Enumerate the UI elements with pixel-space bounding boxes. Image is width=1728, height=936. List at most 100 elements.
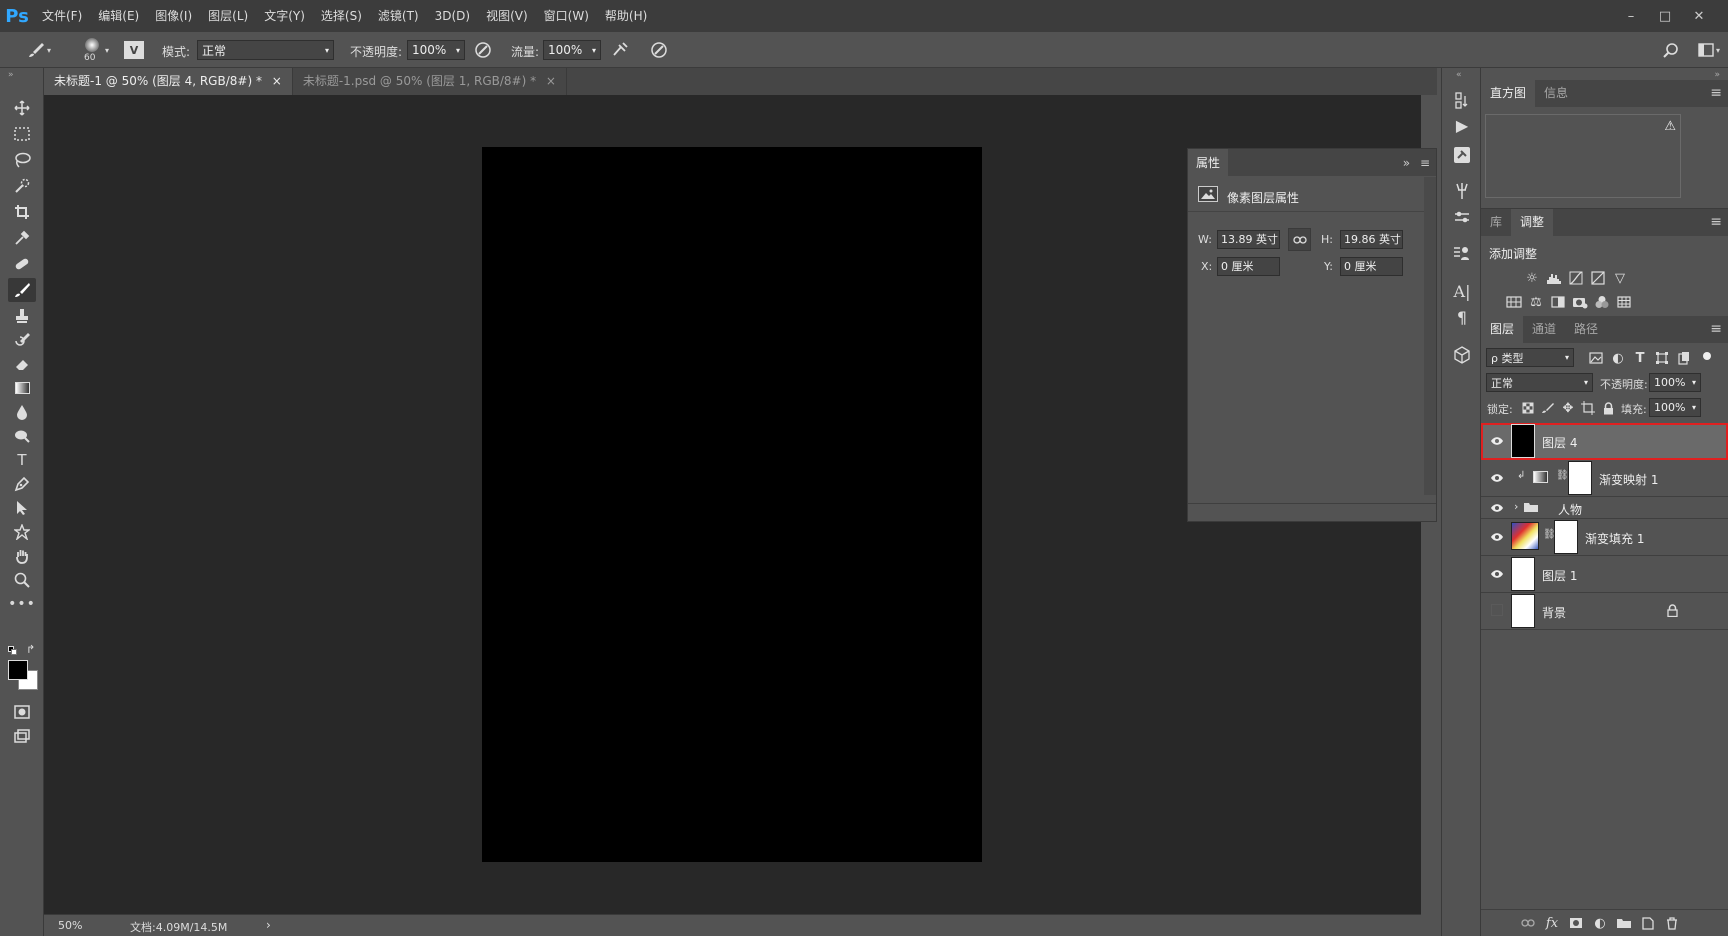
layer-mask-thumbnail[interactable] <box>1554 520 1578 554</box>
actions-play-icon[interactable]: ▶ <box>1448 112 1476 138</box>
layer-mask-thumbnail[interactable] <box>1568 461 1592 495</box>
layer-row[interactable]: ⛓ 渐变填充 1 <box>1481 519 1728 556</box>
layer-style-fx-icon[interactable]: fx <box>1543 915 1561 931</box>
crop-tool-icon[interactable] <box>8 200 36 224</box>
status-menu-arrow[interactable]: › <box>266 918 271 932</box>
clone-stamp-tool-icon[interactable] <box>8 304 36 328</box>
menu-select[interactable]: 选择(S) <box>313 0 370 32</box>
menu-file[interactable]: 文件(F) <box>34 0 90 32</box>
height-field[interactable]: 19.86 英寸 <box>1340 230 1403 249</box>
lock-transparent-icon[interactable] <box>1519 400 1537 416</box>
foreground-color-swatch[interactable] <box>8 660 28 680</box>
curves-icon[interactable] <box>1567 270 1585 286</box>
collapse-dock-icon[interactable]: » <box>1714 70 1720 80</box>
paragraph-styles-icon[interactable] <box>1448 240 1476 266</box>
flow-field[interactable]: 100% ▾ <box>543 40 601 60</box>
history-panel-icon[interactable] <box>1448 88 1476 114</box>
tab-channels[interactable]: 通道 <box>1523 316 1565 343</box>
eyedropper-tool-icon[interactable] <box>8 226 36 250</box>
tab-libraries[interactable]: 库 <box>1481 209 1511 236</box>
filter-shape-icon[interactable] <box>1653 350 1671 366</box>
mode-dropdown[interactable]: 正常 ▾ <box>197 40 334 60</box>
delete-layer-icon[interactable] <box>1663 915 1681 931</box>
tab-paths[interactable]: 路径 <box>1565 316 1607 343</box>
menu-window[interactable]: 窗口(W) <box>536 0 597 32</box>
type-tool-icon[interactable]: T <box>8 448 36 472</box>
expand-panel-icon[interactable]: » <box>1403 156 1410 170</box>
collapse-strip-icon[interactable]: « <box>1456 70 1462 80</box>
lock-all-icon[interactable] <box>1599 400 1617 416</box>
screen-mode-icon[interactable] <box>8 724 36 748</box>
filter-adjustment-icon[interactable]: ◐ <box>1609 350 1627 366</box>
3d-panel-icon[interactable] <box>1448 342 1476 368</box>
lasso-tool-icon[interactable] <box>8 148 36 172</box>
collapse-toolbar-icon[interactable]: » <box>8 70 14 80</box>
visibility-eye-icon[interactable] <box>1489 470 1505 486</box>
menu-type[interactable]: 文字(Y) <box>256 0 313 32</box>
paragraph-panel-icon[interactable]: ¶ <box>1448 304 1476 330</box>
layer-name[interactable]: 渐变填充 1 <box>1585 530 1644 547</box>
layer-filter-dropdown[interactable]: ρ 类型 ▾ <box>1486 348 1574 367</box>
new-layer-icon[interactable] <box>1639 915 1657 931</box>
pen-tool-icon[interactable] <box>8 472 36 496</box>
menu-filter[interactable]: 滤镜(T) <box>370 0 427 32</box>
visibility-toggle-empty[interactable] <box>1491 604 1503 616</box>
eraser-tool-icon[interactable] <box>8 352 36 376</box>
healing-brush-tool-icon[interactable] <box>8 252 36 276</box>
link-dimensions-icon[interactable] <box>1288 228 1311 251</box>
menu-view[interactable]: 视图(V) <box>478 0 536 32</box>
color-lookup-icon[interactable] <box>1615 294 1633 310</box>
tab-histogram[interactable]: 直方图 <box>1481 80 1536 107</box>
tab-info[interactable]: 信息 <box>1535 80 1577 107</box>
blend-mode-dropdown[interactable]: 正常 ▾ <box>1486 373 1593 392</box>
layer-name[interactable]: 人物 <box>1558 501 1582 518</box>
brightness-contrast-icon[interactable]: ☼ <box>1523 270 1541 286</box>
move-tool-icon[interactable] <box>8 96 36 120</box>
menu-help[interactable]: 帮助(H) <box>597 0 655 32</box>
brush-tool-icon[interactable] <box>8 278 36 302</box>
hue-saturation-icon[interactable] <box>1505 294 1523 310</box>
zoom-level[interactable]: 50% <box>58 919 82 932</box>
gradient-tool-icon[interactable] <box>8 376 36 400</box>
filter-type-icon[interactable]: T <box>1631 350 1649 366</box>
dodge-tool-icon[interactable] <box>8 424 36 448</box>
marquee-tool-icon[interactable] <box>8 122 36 146</box>
pressure-opacity-icon[interactable] <box>472 40 494 60</box>
document-tab[interactable]: 未标题-1.psd @ 50% (图层 1, RGB/8#) * × <box>292 68 567 95</box>
levels-icon[interactable] <box>1545 270 1563 286</box>
more-tools-icon[interactable]: ••• <box>8 592 36 616</box>
adjustments-sliders-icon[interactable] <box>1448 204 1476 230</box>
character-panel-icon[interactable]: A| <box>1448 278 1476 304</box>
properties-scrollbar[interactable] <box>1424 177 1436 495</box>
quick-mask-icon[interactable] <box>8 700 36 724</box>
search-icon[interactable] <box>1660 40 1682 60</box>
adjustments-menu-icon[interactable]: ≡ <box>1710 209 1722 236</box>
lock-pixels-icon[interactable] <box>1539 400 1557 416</box>
default-colors-icon[interactable] <box>8 646 18 656</box>
add-mask-icon[interactable] <box>1567 915 1585 931</box>
blur-tool-icon[interactable] <box>8 400 36 424</box>
path-selection-tool-icon[interactable] <box>8 496 36 520</box>
hand-tool-icon[interactable] <box>8 544 36 568</box>
document-tab-active[interactable]: 未标题-1 @ 50% (图层 4, RGB/8#) * × <box>44 68 293 95</box>
fill-field[interactable]: 100% ▾ <box>1649 398 1701 417</box>
maximize-button[interactable]: □ <box>1648 4 1682 28</box>
y-field[interactable]: 0 厘米 <box>1340 257 1403 276</box>
black-white-icon[interactable] <box>1549 294 1567 310</box>
tab-adjustments[interactable]: 调整 <box>1511 209 1554 236</box>
layer-group-row[interactable]: › 人物 <box>1481 497 1728 519</box>
color-balance-icon[interactable]: ⚖ <box>1527 294 1545 310</box>
layer-name[interactable]: 背景 <box>1542 604 1566 621</box>
filter-smart-object-icon[interactable] <box>1675 350 1693 366</box>
menu-edit[interactable]: 编辑(E) <box>90 0 147 32</box>
filter-toggle-icon[interactable] <box>1703 352 1711 360</box>
visibility-eye-icon[interactable] <box>1489 529 1505 545</box>
visibility-eye-icon[interactable] <box>1489 433 1505 449</box>
visibility-eye-icon[interactable] <box>1489 500 1505 516</box>
exposure-icon[interactable] <box>1589 270 1607 286</box>
brush-panel-toggle-icon[interactable]: V <box>124 41 144 59</box>
vibrance-icon[interactable]: ▽ <box>1611 270 1629 286</box>
width-field[interactable]: 13.89 英寸 <box>1217 230 1280 249</box>
airbrush-icon[interactable] <box>609 40 631 60</box>
layers-menu-icon[interactable]: ≡ <box>1710 316 1722 343</box>
